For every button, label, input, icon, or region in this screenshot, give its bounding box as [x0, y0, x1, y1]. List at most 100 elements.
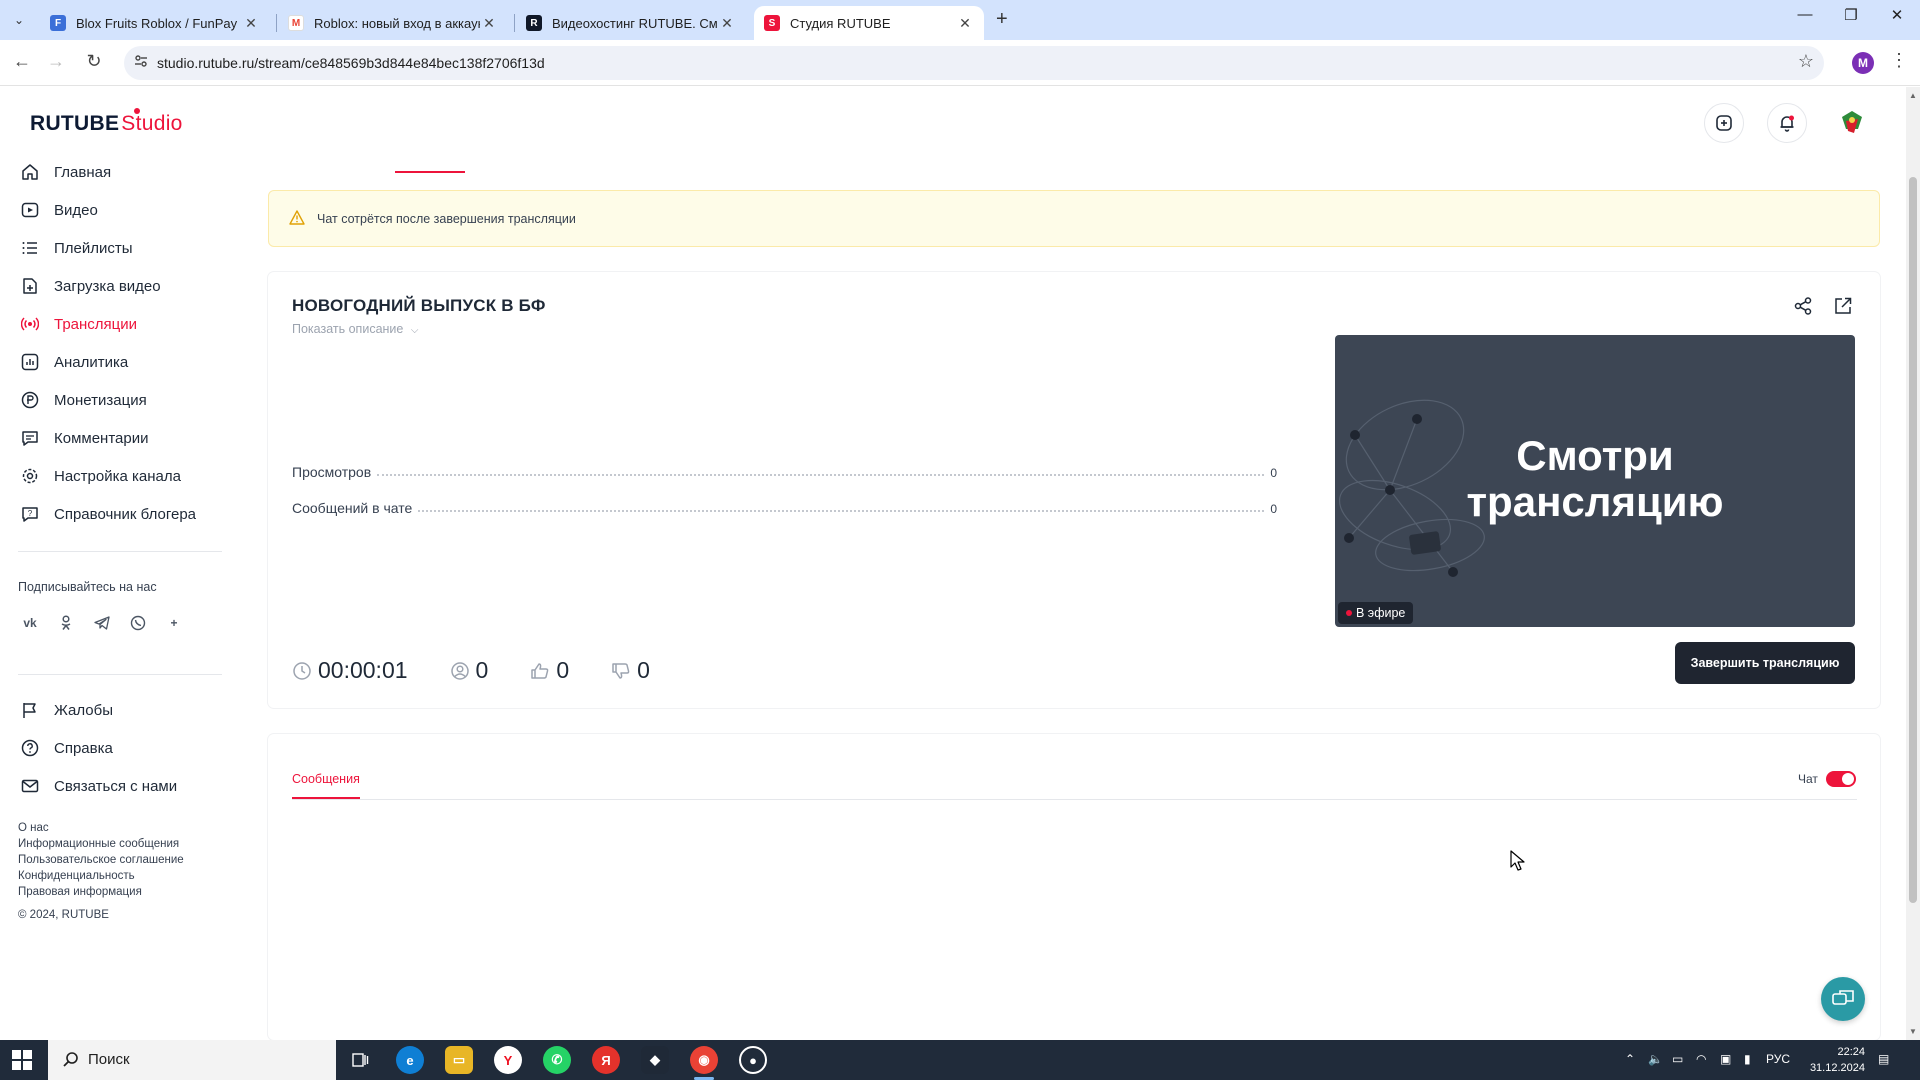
yandex-browser-icon[interactable]: Y [494, 1046, 522, 1074]
sidebar-item-analytics[interactable]: Аналитика [20, 350, 128, 374]
forward-button[interactable]: → [44, 51, 68, 72]
support-chat-button[interactable] [1821, 977, 1865, 1021]
tab-title: Roblox: новый вход в аккаунт [314, 15, 480, 31]
end-stream-button[interactable]: Завершить трансляцию [1675, 642, 1855, 684]
footer-link-about[interactable]: О нас [18, 822, 49, 834]
language-indicator[interactable]: РУС [1766, 1052, 1790, 1066]
stat-label: Сообщений в чате [292, 500, 413, 516]
scrollbar-thumb[interactable] [1909, 177, 1917, 903]
scroll-down-icon[interactable]: ▼ [1909, 1027, 1917, 1036]
browser-tab-studio[interactable]: S Студия RUTUBE ✕ [754, 6, 984, 40]
tab-messages[interactable]: Сообщения [292, 772, 360, 786]
browser-profile-avatar[interactable]: M [1852, 52, 1874, 74]
footer-link-info[interactable]: Информационные сообщения [18, 838, 179, 850]
add-content-button[interactable] [1704, 103, 1744, 143]
page-scrollbar[interactable]: ▲ ▼ [1906, 87, 1920, 1040]
tab-title: Blox Fruits Roblox / FunPay [76, 15, 238, 31]
sidebar-item-blogger-guide[interactable]: ? Справочник блогера [20, 502, 196, 526]
stream-title: НОВОГОДНИЙ ВЫПУСК В БФ [292, 296, 546, 315]
close-icon[interactable]: ✕ [480, 15, 498, 32]
sidebar-item-comments[interactable]: Комментарии [20, 426, 148, 450]
share-icon[interactable] [1793, 296, 1815, 318]
sidebar-item-help[interactable]: Справка [20, 736, 113, 760]
tray-overflow-icon[interactable]: ⌃ [1625, 1052, 1635, 1066]
notification-center-icon[interactable]: ▤ [1878, 1052, 1889, 1066]
site-settings-icon[interactable] [134, 54, 148, 71]
sidebar-item-home[interactable]: Главная [20, 160, 111, 184]
browser-tab-gmail[interactable]: M Roblox: новый вход в аккаунт ✕ [278, 6, 508, 40]
new-tab-button[interactable]: + [996, 8, 1008, 31]
minimize-button[interactable]: — [1782, 6, 1828, 23]
taskbar-clock[interactable]: 22:24 31.12.2024 [1805, 1044, 1865, 1076]
url-text: studio.rutube.ru/stream/ce848569b3d844e8… [157, 55, 545, 71]
viber-icon[interactable] [126, 611, 150, 635]
microphone-icon[interactable]: ▮ [1744, 1052, 1751, 1066]
bookmark-star-icon[interactable]: ☆ [1798, 51, 1814, 72]
battery-icon[interactable]: ▭ [1672, 1052, 1683, 1066]
wifi-icon[interactable]: ◠ [1696, 1052, 1706, 1066]
back-button[interactable]: ← [10, 51, 34, 72]
dislikes-metric: 0 [611, 657, 650, 684]
notifications-button[interactable] [1767, 103, 1807, 143]
obs-icon[interactable]: ● [739, 1046, 767, 1074]
yandex-icon[interactable]: Я [592, 1046, 620, 1074]
telegram-icon[interactable] [90, 611, 114, 635]
restore-button[interactable]: ❐ [1828, 6, 1874, 24]
sidebar-item-broadcasts[interactable]: Трансляции [20, 312, 137, 336]
footer-link-privacy[interactable]: Конфиденциальность [18, 870, 135, 882]
open-external-icon[interactable] [1833, 296, 1855, 318]
footer-link-agreement[interactable]: Пользовательское соглашение [18, 854, 184, 866]
upload-icon [20, 276, 40, 296]
ok-icon[interactable] [54, 611, 78, 635]
bell-icon [1780, 115, 1794, 132]
viewers-metric: 0 [450, 657, 489, 684]
tab-search-button[interactable]: ⌄ [8, 9, 30, 31]
sidebar-item-monetization[interactable]: Монетизация [20, 388, 147, 412]
close-icon[interactable]: ✕ [956, 15, 974, 32]
whatsapp-icon[interactable]: ✆ [543, 1046, 571, 1074]
edge-icon[interactable]: e [396, 1046, 424, 1074]
preview-caption: Смотри трансляцию [1335, 433, 1855, 525]
display-icon[interactable]: ▣ [1720, 1052, 1731, 1066]
likes-metric: 0 [530, 657, 569, 684]
reload-button[interactable]: ↻ [82, 51, 106, 72]
browser-tab-funpay[interactable]: F Blox Fruits Roblox / FunPay ✕ [40, 6, 270, 40]
sidebar-item-playlists[interactable]: Плейлисты [20, 236, 133, 260]
close-icon[interactable]: ✕ [242, 15, 260, 32]
chat-toggle[interactable] [1826, 771, 1856, 787]
task-view-icon[interactable] [346, 1046, 374, 1074]
browser-menu-icon[interactable]: ⋮ [1890, 50, 1908, 71]
social-links: vk + [18, 611, 186, 635]
tab-divider [292, 799, 1857, 800]
show-description-toggle[interactable]: Показать описание ⌵ [292, 322, 418, 336]
sidebar-item-channel-settings[interactable]: Настройка канала [20, 464, 181, 488]
volume-icon[interactable]: 🔈 [1648, 1052, 1663, 1066]
chrome-icon[interactable]: ◉ [690, 1046, 718, 1074]
close-icon[interactable]: ✕ [718, 15, 736, 32]
vk-icon[interactable]: vk [18, 611, 42, 635]
viewers-value: 0 [475, 657, 489, 683]
stream-preview[interactable]: Смотри трансляцию В эфире [1335, 335, 1855, 627]
scroll-up-icon[interactable]: ▲ [1909, 91, 1917, 100]
windows-start-icon[interactable] [12, 1050, 32, 1075]
sidebar-item-complaints[interactable]: Жалобы [20, 698, 113, 722]
roblox-icon[interactable]: ◆ [641, 1046, 669, 1074]
sidebar-item-upload[interactable]: Загрузка видео [20, 274, 161, 298]
channel-avatar[interactable] [1836, 107, 1868, 139]
file-explorer-icon[interactable]: ▭ [445, 1046, 473, 1074]
broadcast-icon [20, 314, 40, 334]
footer-link-legal[interactable]: Правовая информация [18, 886, 142, 898]
comments-icon [20, 428, 40, 448]
more-socials-icon[interactable]: + [162, 611, 186, 635]
sidebar-divider [18, 551, 222, 552]
rutube-studio-logo[interactable]: RUTUBEStudio [30, 108, 183, 136]
window-close-button[interactable]: ✕ [1874, 6, 1920, 24]
clock-time: 22:24 [1837, 1046, 1865, 1058]
browser-tab-rutube[interactable]: R Видеохостинг RUTUBE. Смотр ✕ [516, 6, 746, 40]
url-field[interactable]: studio.rutube.ru/stream/ce848569b3d844e8… [124, 46, 1824, 80]
mouse-cursor-icon [1510, 850, 1525, 871]
taskbar-search[interactable]: Поиск [48, 1040, 336, 1080]
taskbar-search-label: Поиск [88, 1051, 130, 1068]
sidebar-item-video[interactable]: Видео [20, 198, 98, 222]
sidebar-item-contact[interactable]: Связаться с нами [20, 774, 177, 798]
